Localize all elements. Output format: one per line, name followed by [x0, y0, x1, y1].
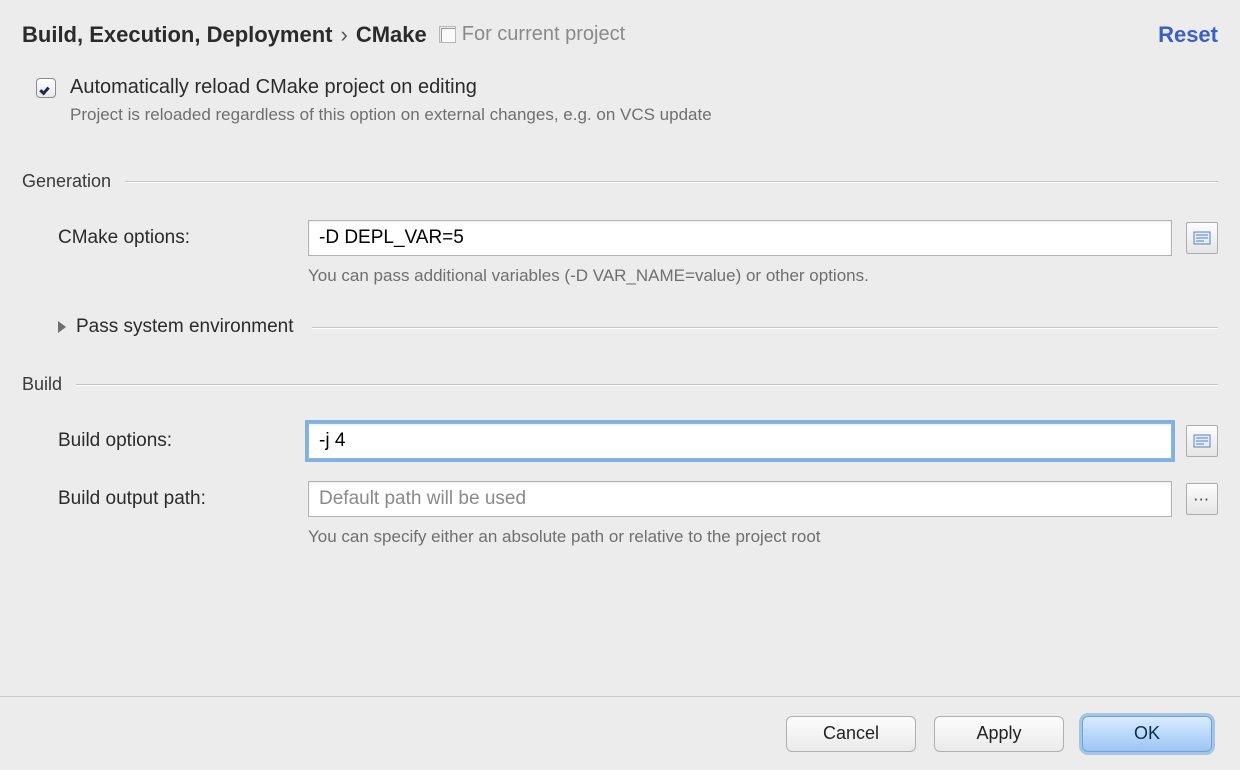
build-options-label: Build options:: [58, 430, 290, 452]
generation-section: Generation CMake options: You can pass a…: [22, 171, 1218, 338]
cmake-options-hint: You can pass additional variables (-D VA…: [308, 266, 1218, 286]
ellipsis-icon: ···: [1194, 492, 1210, 507]
divider: [312, 327, 1218, 328]
build-output-path-label: Build output path:: [58, 488, 290, 510]
ok-button[interactable]: OK: [1082, 716, 1212, 752]
settings-header: Build, Execution, Deployment › CMake For…: [22, 22, 1218, 48]
project-scope-label: For current project: [441, 23, 625, 46]
reset-link[interactable]: Reset: [1158, 22, 1218, 48]
cancel-button[interactable]: Cancel: [786, 716, 916, 752]
breadcrumb-separator: ›: [340, 22, 347, 48]
build-output-path-hint: You can specify either an absolute path …: [308, 527, 1218, 547]
auto-reload-checkbox[interactable]: [36, 78, 56, 98]
auto-reload-row: Automatically reload CMake project on ed…: [36, 76, 1218, 125]
expand-editor-button[interactable]: [1186, 222, 1218, 254]
chevron-right-icon[interactable]: [58, 321, 66, 333]
build-section: Build Build options: Build output path:: [22, 374, 1218, 547]
dialog-footer: Cancel Apply OK: [0, 696, 1240, 770]
browse-button[interactable]: ···: [1186, 483, 1218, 515]
divider: [125, 181, 1218, 182]
build-output-path-input[interactable]: [308, 481, 1172, 517]
pass-environment-toggle[interactable]: Pass system environment: [76, 316, 294, 338]
divider: [76, 384, 1218, 385]
breadcrumb: Build, Execution, Deployment › CMake For…: [22, 22, 625, 48]
auto-reload-sublabel: Project is reloaded regardless of this o…: [70, 105, 712, 125]
apply-button[interactable]: Apply: [934, 716, 1064, 752]
breadcrumb-current: CMake: [356, 22, 427, 48]
project-scope-icon: [441, 28, 456, 43]
expand-icon: [1193, 434, 1211, 448]
build-options-input[interactable]: [308, 423, 1172, 459]
cmake-options-input[interactable]: [308, 220, 1172, 256]
breadcrumb-parent: Build, Execution, Deployment: [22, 22, 332, 48]
expand-editor-button[interactable]: [1186, 425, 1218, 457]
cmake-options-label: CMake options:: [58, 227, 290, 249]
generation-title: Generation: [22, 171, 111, 192]
expand-icon: [1193, 231, 1211, 245]
scope-text: For current project: [462, 23, 625, 46]
auto-reload-label[interactable]: Automatically reload CMake project on ed…: [70, 76, 712, 99]
build-title: Build: [22, 374, 62, 395]
